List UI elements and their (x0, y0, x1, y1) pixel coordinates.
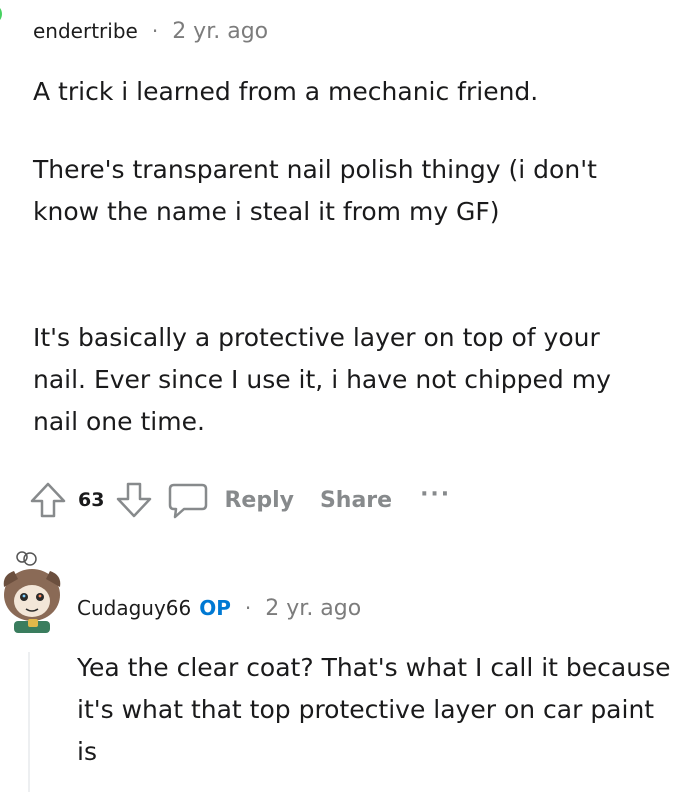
comment-meta: endertribe · 2 yr. ago (33, 17, 268, 46)
comment-paragraph: There's transparent nail polish thingy (… (33, 155, 597, 226)
comment-paragraph: A trick i learned from a mechanic friend… (33, 77, 539, 106)
username[interactable]: Cudaguy66 (77, 596, 191, 620)
thread-line[interactable] (28, 652, 30, 792)
meta-separator: · (244, 596, 252, 620)
share-button[interactable]: Share (320, 488, 392, 513)
comment-paragraph: Yea the clear coat? That's what I call i… (77, 653, 671, 766)
vote-count: 63 (78, 489, 105, 511)
reply-button[interactable]: Reply (166, 480, 294, 520)
reply-label: Reply (224, 487, 294, 513)
comment-meta: Cudaguy66 OP · 2 yr. ago (77, 594, 361, 623)
upvote-arrow-icon[interactable] (28, 480, 68, 520)
more-options-button[interactable]: ··· (420, 482, 451, 507)
meta-separator: · (151, 19, 159, 43)
avatar[interactable] (0, 545, 64, 637)
avatar[interactable] (0, 2, 12, 56)
comment-actions: 63 Reply Share ··· (28, 477, 451, 523)
downvote-arrow-icon[interactable] (114, 480, 154, 520)
timestamp[interactable]: 2 yr. ago (265, 596, 361, 621)
timestamp[interactable]: 2 yr. ago (172, 19, 268, 44)
username[interactable]: endertribe (33, 19, 138, 43)
op-badge: OP (199, 596, 231, 620)
comment-paragraph: It's basically a protective layer on top… (33, 323, 611, 436)
comment-bubble-icon (166, 480, 210, 520)
